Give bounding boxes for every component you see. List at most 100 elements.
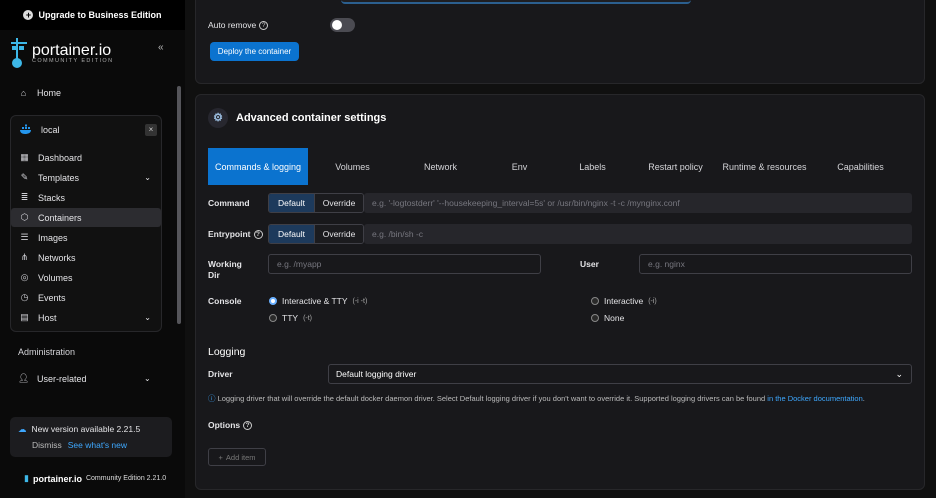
- command-label: Command: [208, 198, 250, 208]
- plus-icon: +: [218, 452, 223, 462]
- stacks-icon: ≣: [20, 192, 29, 202]
- tab-restart-policy[interactable]: Restart policy: [633, 148, 718, 185]
- sidebar-item-templates[interactable]: ✎ Templates ⌄: [11, 168, 161, 187]
- portainer-crane-icon: [11, 38, 27, 68]
- advanced-settings-panel: ⚙ Advanced container settings Commands &…: [195, 94, 925, 490]
- entrypoint-override-button[interactable]: Override: [314, 225, 363, 243]
- templates-icon: ✎: [20, 172, 29, 182]
- console-option-tty[interactable]: TTY (-t): [269, 313, 312, 323]
- sidebar-item-containers[interactable]: ⬡ Containers: [11, 208, 161, 227]
- logging-help-text: ⓘ Logging driver that will override the …: [208, 394, 865, 403]
- portainer-small-icon: ▮: [24, 473, 29, 483]
- brand-edition: COMMUNITY EDITION: [32, 58, 114, 64]
- console-option-none[interactable]: None: [591, 313, 624, 323]
- main-content: Auto remove? Deploy the container ⚙ Adva…: [185, 0, 936, 498]
- tab-runtime-resources[interactable]: Runtime & resources: [722, 148, 807, 185]
- console-option-interactive-tty[interactable]: Interactive & TTY (-i -t): [269, 296, 367, 306]
- nav-home-label: Home: [37, 88, 62, 98]
- users-icon: 👤︎: [18, 373, 30, 383]
- images-icon: ☰: [20, 232, 29, 242]
- docker-icon: [20, 124, 31, 134]
- sidebar-item-label: Images: [38, 232, 68, 243]
- sidebar-item-label: Dashboard: [38, 152, 83, 163]
- close-environment-icon[interactable]: ×: [145, 124, 157, 136]
- dismiss-link[interactable]: Dismiss: [32, 440, 62, 450]
- whats-new-link[interactable]: See what's new: [68, 440, 127, 450]
- containers-icon: ⬡: [20, 212, 29, 222]
- tab-labels[interactable]: Labels: [550, 148, 635, 185]
- command-default-button[interactable]: Default: [269, 194, 314, 212]
- auto-remove-label: Auto remove?: [208, 20, 269, 30]
- add-item-label: Add item: [225, 452, 256, 462]
- help-icon[interactable]: ?: [253, 229, 263, 239]
- environment-box: local × ▦ Dashboard ✎ Templates ⌄ ≣ Stac…: [10, 115, 162, 332]
- command-override-button[interactable]: Override: [314, 194, 363, 212]
- user-input[interactable]: e.g. nginx: [639, 254, 912, 274]
- command-mode-toggle: Default Override: [268, 193, 364, 213]
- sidebar-footer: ▮ portainer.io Community Edition 2.21.0: [24, 473, 166, 484]
- entrypoint-default-button[interactable]: Default: [269, 225, 314, 243]
- sidebar-item-label: Stacks: [38, 192, 66, 203]
- previous-input-edge: [341, 0, 691, 4]
- sidebar-item-volumes[interactable]: ◎ Volumes: [11, 268, 161, 287]
- docker-docs-link[interactable]: in the Docker documentation: [767, 394, 862, 403]
- command-input[interactable]: e.g. '-logtostderr' '--housekeeping_inte…: [364, 193, 912, 213]
- help-icon[interactable]: ?: [259, 20, 269, 30]
- sidebar-item-label: Events: [38, 292, 66, 303]
- deploy-container-button[interactable]: Deploy the container: [210, 42, 299, 61]
- volumes-icon: ◎: [20, 272, 29, 282]
- chevron-down-icon: ⌄: [144, 374, 151, 383]
- auto-remove-toggle[interactable]: [330, 18, 355, 32]
- sidebar-item-networks[interactable]: ⋔ Networks: [11, 248, 161, 267]
- sidebar-item-host[interactable]: ▤ Host ⌄: [11, 308, 161, 327]
- sidebar-item-label: Templates: [38, 172, 80, 183]
- new-version-notice: ☁ New version available 2.21.5 Dismiss See…: [10, 417, 172, 457]
- collapse-sidebar-icon[interactable]: «: [158, 42, 164, 53]
- deploy-panel: Auto remove? Deploy the container: [195, 0, 925, 84]
- logging-driver-select[interactable]: Default logging driver ⌄: [328, 364, 912, 384]
- console-label: Console: [208, 296, 242, 306]
- working-dir-label: Working Dir: [208, 259, 242, 280]
- nav-user-related-label: User-related: [37, 373, 87, 384]
- sidebar-item-label: Networks: [38, 252, 76, 263]
- sidebar-item-label: Containers: [38, 212, 82, 223]
- user-label: User: [580, 259, 599, 269]
- radio-icon: [591, 297, 599, 305]
- environment-header[interactable]: local: [19, 124, 60, 135]
- help-icon[interactable]: ?: [243, 420, 253, 430]
- tab-commands-logging[interactable]: Commands & logging: [208, 148, 308, 185]
- chevron-down-icon: ⌄: [144, 313, 151, 322]
- sidebar-item-stacks[interactable]: ≣ Stacks: [11, 188, 161, 207]
- console-option-interactive[interactable]: Interactive (-i): [591, 296, 657, 306]
- cloud-download-icon: ☁: [18, 424, 27, 434]
- add-item-button[interactable]: + Add item: [208, 448, 266, 466]
- tab-capabilities[interactable]: Capabilities: [818, 148, 903, 185]
- home-icon: ⌂: [20, 88, 27, 98]
- sidebar-item-dashboard[interactable]: ▦ Dashboard: [11, 148, 161, 167]
- portainer-logo[interactable]: portainer.io COMMUNITY EDITION: [10, 38, 113, 68]
- section-title: Advanced container settings: [236, 112, 387, 124]
- dashboard-icon: ▦: [20, 152, 29, 162]
- chevron-down-icon: ⌄: [144, 173, 151, 182]
- nav-home[interactable]: ⌂ Home: [18, 88, 61, 98]
- environment-name: local: [41, 124, 60, 135]
- events-icon: ◷: [20, 292, 29, 302]
- advanced-settings-header: ⚙ Advanced container settings: [208, 108, 386, 128]
- tab-volumes[interactable]: Volumes: [310, 148, 395, 185]
- working-dir-input[interactable]: e.g. /myapp: [268, 254, 541, 274]
- sidebar-scrollbar[interactable]: [177, 86, 181, 324]
- footer-brand: portainer.io: [32, 473, 82, 484]
- sidebar-item-images[interactable]: ☰ Images: [11, 228, 161, 247]
- tab-network[interactable]: Network: [398, 148, 483, 185]
- nav-user-related[interactable]: 👤︎ User-related ⌄: [18, 373, 151, 384]
- administration-label: Administration: [18, 347, 76, 357]
- sidebar-item-events[interactable]: ◷ Events: [11, 288, 161, 307]
- entrypoint-label: Entrypoint?: [208, 229, 263, 239]
- entrypoint-mode-toggle: Default Override: [268, 224, 364, 244]
- entrypoint-input[interactable]: e.g. /bin/sh -c: [364, 224, 912, 244]
- upgrade-label: Upgrade to Business Edition: [38, 10, 162, 20]
- driver-selected-value: Default logging driver: [336, 369, 417, 379]
- upgrade-banner[interactable]: + Upgrade to Business Edition: [0, 0, 185, 30]
- chevron-down-icon: ⌄: [895, 368, 903, 379]
- sidebar-item-label: Host: [38, 312, 57, 323]
